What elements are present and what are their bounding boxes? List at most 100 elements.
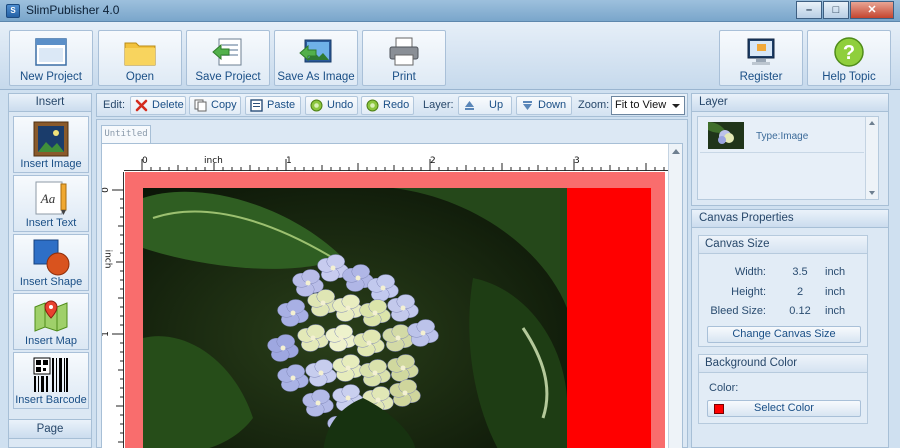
layer-item[interactable]: Type:Image	[700, 119, 864, 153]
scroll-up-icon[interactable]	[869, 121, 875, 125]
h-tick-0: 0	[142, 156, 148, 166]
map-icon	[34, 300, 68, 332]
select-color-button[interactable]: Select Color	[707, 400, 861, 417]
register-label: Register	[739, 71, 783, 83]
width-unit: inch	[825, 266, 846, 278]
shape-icon	[33, 239, 70, 276]
help-icon: ?	[834, 37, 864, 67]
insert-shape-button[interactable]: Insert Shape	[13, 234, 89, 291]
redo-button[interactable]: Redo	[361, 96, 414, 115]
zoom-label: Zoom:	[578, 99, 610, 111]
edit-label: Edit:	[103, 99, 126, 111]
workspace[interactable]: 0 inch 1 2 3 0 inch 1	[101, 143, 683, 448]
canvas-scrollbar[interactable]	[668, 144, 682, 448]
background-color-title: Background Color	[699, 355, 867, 373]
save-image-icon	[299, 39, 332, 63]
v-ruler-unit: inch	[102, 249, 113, 269]
undo-button[interactable]: Undo	[305, 96, 358, 115]
minimize-button[interactable]: –	[796, 1, 822, 19]
change-canvas-size-button[interactable]: Change Canvas Size	[707, 326, 861, 343]
layer-type-label: Type:Image	[756, 131, 809, 142]
redo-icon	[366, 99, 379, 112]
insert-image-button[interactable]: Insert Image	[13, 116, 89, 173]
delete-icon	[135, 99, 148, 112]
print-button[interactable]: Print	[362, 30, 446, 86]
register-icon	[747, 38, 775, 65]
text-icon: Aa	[35, 181, 67, 215]
background-color-group: Background Color Color: Select Color	[698, 354, 868, 424]
scroll-up-icon[interactable]	[672, 149, 680, 154]
save-project-label: Save Project	[195, 71, 261, 83]
barcode-icon	[33, 357, 68, 392]
layer-down-label: Down	[538, 99, 567, 111]
select-color-label: Select Color	[754, 402, 814, 414]
insert-panel-title: Insert	[9, 94, 91, 112]
document-tab[interactable]: Untitled	[101, 125, 151, 143]
copy-button[interactable]: Copy	[189, 96, 241, 115]
open-button[interactable]: Open	[98, 30, 182, 86]
copy-icon	[194, 99, 207, 112]
layer-panel: Layer Type:Image	[691, 93, 889, 206]
save-as-image-button[interactable]: Save As Image	[274, 30, 358, 86]
register-button[interactable]: Register	[719, 30, 803, 86]
svg-text:Aa: Aa	[40, 191, 56, 206]
bleed-value[interactable]: 0.12	[789, 305, 811, 317]
canvas-area: Untitled 0 inch 1 2 3 0 inch 1	[96, 119, 688, 448]
svg-text:?: ?	[843, 42, 855, 64]
height-label: Height:	[731, 286, 766, 298]
page-panel-title[interactable]: Page	[9, 419, 91, 439]
layer-up-label: Up	[489, 99, 504, 111]
layer-scrollbar[interactable]	[865, 117, 878, 199]
canvas-size-title: Canvas Size	[699, 236, 867, 254]
new-project-button[interactable]: New Project	[9, 30, 93, 86]
insert-image-label: Insert Image	[20, 158, 82, 170]
insert-barcode-label: Insert Barcode	[15, 394, 87, 406]
redo-label: Redo	[383, 99, 410, 111]
chevron-down-icon	[672, 104, 680, 108]
height-value[interactable]: 2	[789, 286, 811, 298]
zoom-select[interactable]: Fit to View	[611, 96, 685, 115]
v-tick-0: 0	[101, 187, 111, 193]
paste-button[interactable]: Paste	[245, 96, 301, 115]
insert-text-label: Insert Text	[25, 217, 77, 229]
h-ruler-unit: inch	[204, 156, 223, 166]
save-project-icon	[212, 38, 242, 66]
horizontal-ruler: 0 inch 1 2 3	[124, 144, 670, 171]
paste-label: Paste	[267, 99, 296, 111]
insert-map-label: Insert Map	[25, 335, 77, 347]
scroll-down-icon[interactable]	[869, 191, 875, 195]
close-button[interactable]: ✕	[850, 1, 894, 19]
bleed-label: Bleed Size:	[710, 305, 766, 317]
new-project-icon	[35, 38, 67, 66]
width-value[interactable]: 3.5	[789, 266, 811, 278]
maximize-button[interactable]: □	[823, 1, 849, 19]
arrow-up-icon	[465, 101, 474, 110]
layer-label: Layer:	[423, 99, 454, 111]
insert-barcode-button[interactable]: Insert Barcode	[13, 352, 89, 409]
paste-icon	[250, 99, 263, 112]
new-project-label: New Project	[20, 71, 82, 83]
height-unit: inch	[825, 286, 846, 298]
open-label: Open	[125, 71, 155, 83]
hydrangea-photo[interactable]	[143, 188, 567, 448]
delete-button[interactable]: Delete	[130, 96, 186, 115]
h-tick-1: 1	[286, 156, 292, 166]
layer-down-button[interactable]: Down	[516, 96, 572, 115]
help-topic-label: Help Topic	[822, 71, 876, 83]
copy-label: Copy	[211, 99, 237, 111]
save-project-button[interactable]: Save Project	[186, 30, 270, 86]
v-tick-1: 1	[101, 331, 111, 337]
red-rectangle[interactable]	[567, 188, 651, 448]
layer-up-button[interactable]: Up	[458, 96, 512, 115]
app-icon: S	[6, 4, 20, 18]
printer-icon	[389, 37, 419, 66]
color-row: Color:	[709, 382, 879, 398]
main-toolbar: New Project Open Save Project Save As Im…	[0, 22, 900, 90]
insert-text-button[interactable]: Aa Insert Text	[13, 175, 89, 232]
print-label: Print	[392, 71, 416, 83]
insert-map-button[interactable]: Insert Map	[13, 293, 89, 350]
h-tick-2: 2	[430, 156, 436, 166]
title-bar: S SlimPublisher 4.0 – □ ✕	[0, 0, 900, 22]
help-topic-button[interactable]: ? Help Topic	[807, 30, 891, 86]
h-tick-3: 3	[574, 156, 580, 166]
